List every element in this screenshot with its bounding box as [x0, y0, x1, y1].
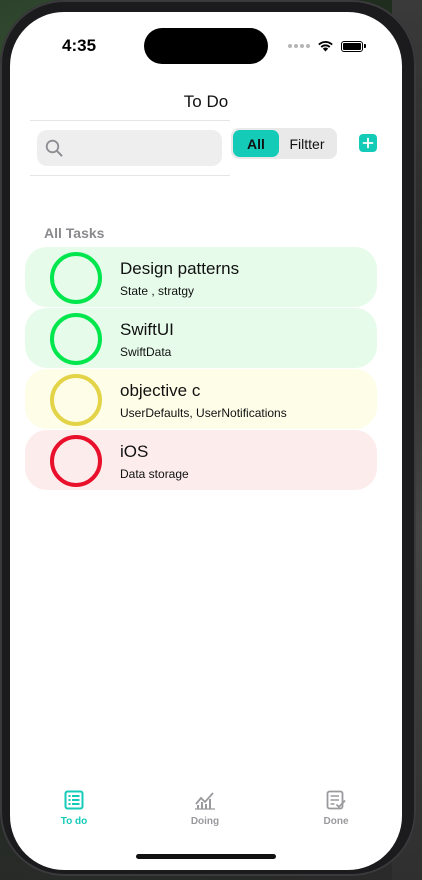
dynamic-island	[144, 28, 268, 64]
task-row[interactable]: SwiftUI SwiftData	[25, 308, 377, 368]
task-title: SwiftUI	[120, 320, 174, 339]
status-ring-icon	[50, 252, 102, 304]
list-icon	[64, 790, 84, 810]
task-title: objective c	[120, 381, 201, 400]
page-title: To Do	[183, 92, 229, 111]
tab-bar: To do Doing Done	[10, 790, 402, 850]
tab-label: To do	[60, 816, 88, 827]
tab-label: Doing	[190, 816, 220, 827]
tab-doing[interactable]: Doing	[165, 790, 245, 827]
tab-todo[interactable]: To do	[34, 790, 114, 827]
wifi-icon	[318, 41, 333, 52]
status-ring-icon	[50, 374, 102, 426]
task-row[interactable]: objective c UserDefaults, UserNotificati…	[25, 369, 377, 429]
task-title: iOS	[120, 442, 149, 461]
task-title: Design patterns	[120, 259, 240, 278]
add-task-button[interactable]	[359, 134, 377, 152]
segment-all[interactable]: All	[233, 130, 279, 157]
status-ring-icon	[50, 435, 102, 487]
search-input[interactable]	[69, 138, 213, 158]
divider	[30, 175, 230, 176]
task-row[interactable]: iOS Data storage	[25, 430, 377, 490]
phone-frame: 4:35 To Do All Filtter All Tasks Design …	[0, 0, 416, 876]
task-row[interactable]: Design patterns State , stratgy	[25, 247, 377, 307]
status-ring-icon	[50, 313, 102, 365]
search-icon	[45, 139, 63, 157]
status-time: 4:35	[62, 36, 97, 55]
task-subtitle: Data storage	[120, 467, 189, 481]
plus-icon	[362, 137, 374, 149]
home-indicator[interactable]	[136, 854, 276, 859]
divider	[30, 120, 230, 121]
screen: 4:35 To Do All Filtter All Tasks Design …	[10, 12, 402, 870]
checklist-icon	[326, 790, 346, 810]
filter-segmented-control[interactable]: All Filtter	[231, 128, 337, 159]
section-header: All Tasks	[44, 225, 105, 241]
task-subtitle: UserDefaults, UserNotifications	[120, 406, 287, 420]
battery-icon	[341, 40, 363, 52]
chart-icon	[195, 792, 215, 810]
task-subtitle: State , stratgy	[120, 284, 195, 298]
cellular-signal-icon	[288, 44, 310, 48]
tab-label: Done	[323, 816, 349, 827]
search-bar[interactable]	[37, 130, 222, 166]
status-icons	[288, 40, 366, 52]
task-subtitle: SwiftData	[120, 345, 172, 359]
battery-tip	[364, 44, 366, 48]
task-list: Design patterns State , stratgy SwiftUI …	[25, 247, 377, 491]
tab-done[interactable]: Done	[296, 790, 376, 827]
segment-filter[interactable]: Filtter	[279, 130, 335, 157]
